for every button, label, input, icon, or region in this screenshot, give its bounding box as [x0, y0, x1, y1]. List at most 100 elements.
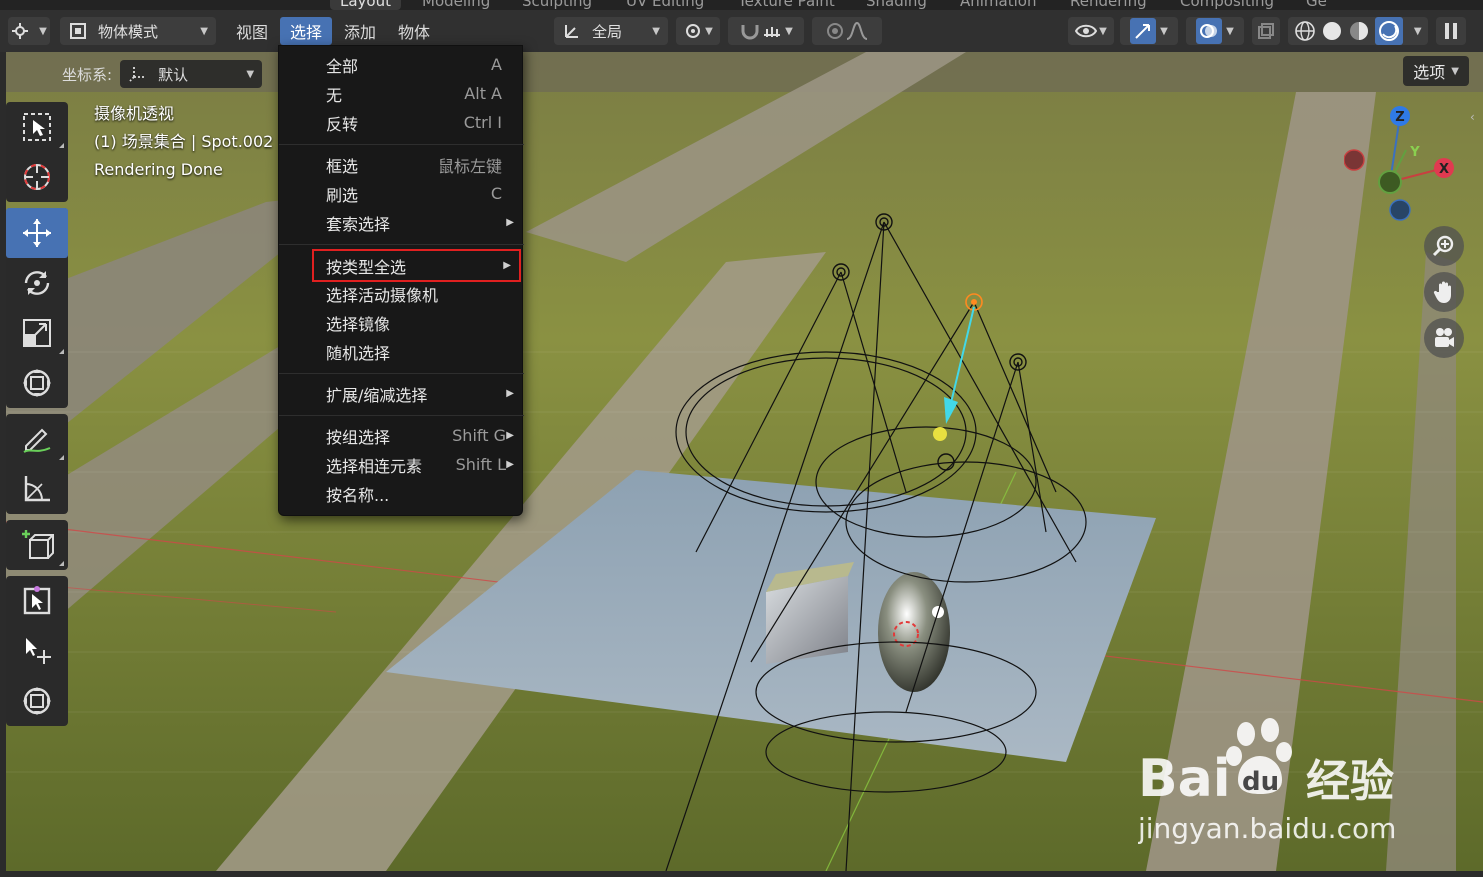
menu-item-select-mirror[interactable]: 选择镜像 [279, 308, 524, 337]
workspace-tabs: Layout Modeling Sculpting UV Editing Tex… [0, 0, 1483, 10]
menu-item-select-none[interactable]: 无 Alt A [279, 79, 524, 108]
chevron-down-icon: ▼ [39, 25, 47, 37]
chevron-down-icon: ▼ [246, 68, 255, 80]
menu-item-lasso-select[interactable]: 套索选择 ▶ [279, 208, 524, 237]
falloff-icon [846, 21, 868, 40]
options-button[interactable]: 选项 ▼ [1403, 56, 1469, 86]
zoom-icon [1432, 235, 1454, 257]
move-icon [23, 219, 51, 247]
move-arrow-icon [26, 638, 51, 664]
transform-tool[interactable] [6, 358, 68, 408]
menu-item-invert[interactable]: 反转 Ctrl I [279, 108, 524, 137]
submenu-arrow-icon: ▶ [506, 388, 514, 399]
transform-orientation-select[interactable]: 全局 ▼ [554, 17, 668, 45]
gizmo-toggle-button[interactable]: ▼ [1120, 17, 1178, 45]
tab-geometry[interactable]: Ge [1306, 0, 1327, 10]
pivot-icon [686, 24, 701, 38]
tab-animation[interactable]: Animation [960, 0, 1036, 10]
options-label: 选项 [1413, 63, 1446, 82]
menu-item-select-active-camera[interactable]: 选择活动摄像机 [279, 279, 524, 308]
move-tool[interactable] [6, 208, 68, 258]
menu-item-select-grouped[interactable]: 按组选择 Shift G ▶ [279, 421, 524, 450]
tab-rendering[interactable]: Rendering [1070, 0, 1147, 10]
coord-system-select[interactable]: 默认 ▼ [120, 60, 263, 88]
rendered-shading-icon[interactable] [1375, 17, 1403, 45]
wireframe-shading-icon[interactable] [1294, 20, 1316, 42]
xray-button[interactable] [1252, 17, 1280, 45]
submenu-arrow-icon: ▶ [506, 217, 514, 228]
menu-item-select-all-by-type[interactable]: 按类型全选 ▶ [312, 249, 521, 282]
submenu-arrow-icon: ▶ [506, 459, 514, 470]
tool-shelf [6, 102, 68, 732]
scale-tool[interactable] [6, 308, 68, 358]
watermark-suffix: 经验 [1306, 756, 1394, 807]
submenu-arrow-icon: ▶ [506, 430, 514, 441]
hand-icon [1433, 281, 1451, 303]
solid-shading-icon[interactable] [1321, 20, 1343, 42]
measure-tool[interactable] [6, 464, 68, 514]
add-cube-tool[interactable] [6, 520, 68, 570]
menu-item-select-all[interactable]: 全部 A [279, 50, 524, 79]
pause-icon [1445, 23, 1457, 39]
tab-compositing[interactable]: Compositing [1180, 0, 1274, 10]
cursor-tool[interactable] [6, 152, 68, 202]
render-status: Rendering Done [94, 160, 223, 179]
material-shading-icon[interactable] [1348, 20, 1370, 42]
tab-layout[interactable]: Layout [330, 0, 401, 10]
navigation-gizmo[interactable]: X Y Z [1344, 104, 1464, 224]
camera-view-button[interactable] [1424, 318, 1464, 358]
gizmo-z-label: Z [1395, 110, 1404, 125]
zoom-button[interactable] [1424, 226, 1464, 266]
menu-object[interactable]: 物体 [388, 17, 440, 45]
chevron-down-icon: ▼ [1451, 65, 1459, 77]
sidebar-toggle-icon[interactable]: ‹ [1470, 110, 1475, 124]
gizmo-neg-z[interactable] [1389, 199, 1411, 221]
proportional-edit-button[interactable] [812, 17, 882, 45]
editor-type-button[interactable]: ▼ [8, 17, 50, 45]
menu-item-circle-select[interactable]: 刷选 C [279, 179, 524, 208]
tab-shading[interactable]: Shading [866, 0, 927, 10]
snap-button[interactable]: ▼ [728, 17, 804, 45]
watermark-url: jingyan.baidu.com [1138, 812, 1396, 845]
camera-frame-tool[interactable] [6, 576, 68, 626]
menu-item-select-random[interactable]: 随机选择 [279, 337, 524, 366]
gizmo-icon [1130, 18, 1157, 44]
eye-icon [1075, 24, 1098, 38]
gizmo-x-label: X [1439, 162, 1449, 177]
menu-item-select-by-name[interactable]: 按名称... [279, 479, 524, 508]
tab-modeling[interactable]: Modeling [422, 0, 490, 10]
menu-item-box-select[interactable]: 框选 鼠标左键 [279, 150, 524, 179]
shortcut: 鼠标左键 [437, 156, 502, 176]
cursor-icon [24, 164, 50, 190]
menu-add[interactable]: 添加 [334, 17, 386, 45]
mode-select[interactable]: 物体模式 ▼ [60, 17, 216, 45]
chevron-down-icon: ▼ [200, 25, 208, 37]
select-menu-dropdown: 全部 A 无 Alt A 反转 Ctrl I 框选 鼠标左键 刷选 C 套索选择… [278, 45, 524, 516]
shortcut: Alt A [464, 84, 502, 103]
tab-uv-editing[interactable]: UV Editing [626, 0, 704, 10]
annotate-tool[interactable] [6, 414, 68, 464]
tab-texture-paint[interactable]: Texture Paint [738, 0, 835, 10]
visibility-button[interactable]: ▼ [1068, 17, 1114, 45]
pivot-point-button[interactable]: ▼ [676, 17, 720, 45]
tab-sculpting[interactable]: Sculpting [522, 0, 592, 10]
pan-button[interactable] [1424, 272, 1464, 312]
menu-item-select-linked[interactable]: 选择相连元素 Shift L ▶ [279, 450, 524, 479]
menu-view[interactable]: 视图 [226, 17, 278, 45]
gizmo-neg-y[interactable] [1378, 170, 1402, 194]
pause-render-button[interactable] [1436, 17, 1466, 45]
gizmo-neg-x[interactable] [1344, 149, 1365, 171]
move-arrow-tool[interactable] [6, 626, 68, 676]
measure-ruler-icon [24, 476, 50, 502]
rotate-tool[interactable] [6, 258, 68, 308]
status-bar-edge [0, 871, 1483, 877]
menu-separator [279, 373, 524, 374]
xray-icon [1258, 23, 1274, 39]
menu-select[interactable]: 选择 [280, 17, 333, 45]
transform-gizmo-tool[interactable] [6, 676, 68, 726]
overlays-toggle-button[interactable]: ▼ [1186, 17, 1244, 45]
menu-item-select-more-less[interactable]: 扩展/缩减选择 ▶ [279, 379, 524, 408]
add-cube-icon [22, 530, 54, 559]
select-box-tool[interactable] [6, 102, 68, 152]
scale-icon [23, 319, 51, 347]
